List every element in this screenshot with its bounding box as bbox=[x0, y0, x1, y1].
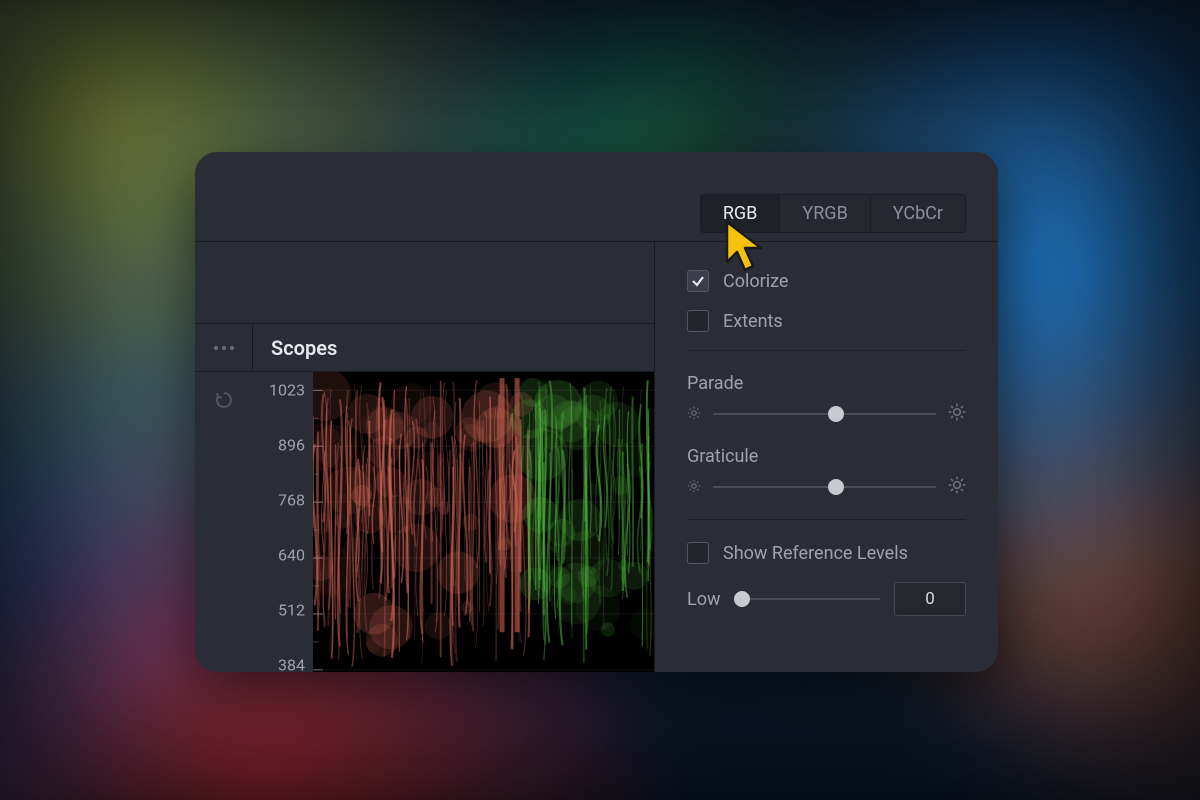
show-reference-levels-label: Show Reference Levels bbox=[723, 543, 908, 564]
brightness-low-icon bbox=[687, 405, 701, 424]
reset-icon[interactable] bbox=[214, 390, 234, 410]
scopes-header: Scopes bbox=[195, 324, 654, 372]
brightness-high-icon bbox=[948, 475, 966, 499]
brightness-high-icon bbox=[948, 402, 966, 426]
show-reference-levels-checkbox[interactable] bbox=[687, 542, 709, 564]
axis-tick-label: 512 bbox=[278, 601, 305, 620]
scopes-left-pane: Scopes 1023 896 768 640 512 384 bbox=[195, 242, 655, 672]
tab-yrgb[interactable]: YRGB bbox=[780, 195, 870, 232]
graticule-label: Graticule bbox=[687, 446, 966, 467]
check-icon bbox=[691, 274, 705, 288]
axis-tick-label: 768 bbox=[278, 491, 305, 510]
extents-label: Extents bbox=[723, 311, 783, 332]
divider bbox=[687, 350, 966, 351]
scopes-panel: RGB YRGB YCbCr Scopes 1023 bbox=[195, 152, 998, 672]
axis-tick-label: 1023 bbox=[269, 381, 305, 400]
axis-tick-label: 384 bbox=[278, 656, 305, 672]
brightness-low-icon bbox=[687, 478, 701, 497]
divider bbox=[687, 519, 966, 520]
tab-rgb[interactable]: RGB bbox=[701, 195, 781, 232]
waveform-parade[interactable] bbox=[313, 372, 654, 672]
scopes-options-pane: Colorize Extents Parade Graticule bbox=[655, 242, 998, 672]
parade-mode-tabs: RGB YRGB YCbCr bbox=[700, 194, 966, 233]
panel-header: RGB YRGB YCbCr bbox=[195, 152, 998, 242]
extents-checkbox[interactable] bbox=[687, 310, 709, 332]
axis-tick-label: 640 bbox=[278, 546, 305, 565]
low-value-input[interactable]: 0 bbox=[894, 582, 966, 616]
waveform-axis: 1023 896 768 640 512 384 bbox=[253, 372, 313, 672]
slider-thumb[interactable] bbox=[828, 406, 844, 422]
parade-label: Parade bbox=[687, 373, 966, 394]
slider-thumb[interactable] bbox=[828, 479, 844, 495]
low-slider[interactable] bbox=[735, 598, 881, 600]
parade-slider[interactable] bbox=[713, 413, 936, 415]
tab-ycbcr[interactable]: YCbCr bbox=[871, 195, 965, 232]
graticule-slider[interactable] bbox=[713, 486, 936, 488]
low-label: Low bbox=[687, 589, 721, 610]
slider-thumb[interactable] bbox=[734, 591, 750, 607]
axis-tick-label: 896 bbox=[278, 436, 305, 455]
more-options-button[interactable] bbox=[195, 324, 253, 371]
scopes-title: Scopes bbox=[253, 336, 337, 360]
colorize-checkbox[interactable] bbox=[687, 270, 709, 292]
colorize-label: Colorize bbox=[723, 271, 788, 292]
